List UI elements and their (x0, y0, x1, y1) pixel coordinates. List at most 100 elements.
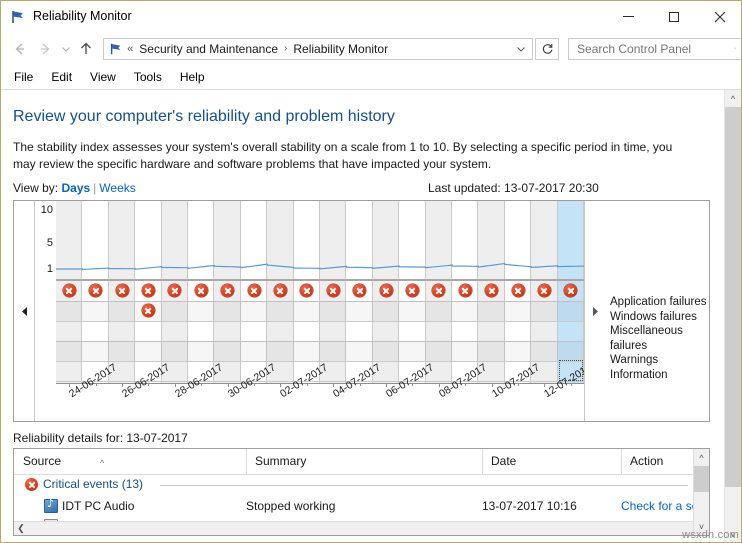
x-axis-tick-mark (122, 383, 123, 387)
cell-action-link[interactable]: Check for a sol (621, 496, 694, 516)
title-bar: Reliability Monitor (1, 1, 742, 32)
flag-icon (109, 42, 123, 56)
scroll-up-icon[interactable]: ^ (694, 449, 709, 466)
audio-device-icon (44, 499, 58, 513)
address-dropdown-button[interactable] (510, 39, 532, 59)
refresh-button[interactable] (535, 38, 559, 60)
x-axis-minor-tick (96, 383, 97, 386)
minimize-icon (623, 16, 634, 17)
table-vertical-scrollbar[interactable]: ^ ˅ (693, 449, 709, 535)
failure-marker-icon[interactable] (485, 284, 498, 297)
legend-item: Miscellaneous failures (610, 324, 709, 353)
x-axis-tick-mark (333, 383, 334, 387)
forward-button[interactable] (32, 36, 57, 62)
breadcrumb-item-reliability-monitor[interactable]: Reliability Monitor (293, 42, 388, 56)
failure-marker-icon[interactable] (459, 284, 472, 297)
x-axis-minor-tick (201, 383, 202, 386)
maximize-button[interactable] (651, 1, 697, 32)
menu-bar: File Edit View Tools Help (1, 65, 742, 90)
failure-marker-icon[interactable] (538, 284, 551, 297)
arrow-up-icon (77, 40, 95, 58)
menu-item-view[interactable]: View (81, 66, 125, 89)
breadcrumb-overflow[interactable]: « (127, 43, 133, 55)
chart-legend: Application failuresWindows failuresMisc… (610, 295, 709, 383)
y-axis-tick-label: 1 (47, 263, 53, 275)
chevron-down-icon (516, 44, 526, 54)
failure-marker-icon[interactable] (274, 284, 287, 297)
up-button[interactable] (74, 36, 99, 62)
maximize-icon (669, 12, 679, 22)
x-axis-minor-tick (465, 383, 466, 386)
failure-marker-icon[interactable] (353, 284, 366, 297)
search-input[interactable] (575, 41, 734, 57)
page-scrollbar-thumb[interactable] (725, 107, 741, 487)
chevron-down-icon (61, 44, 71, 54)
close-button[interactable] (697, 1, 742, 32)
search-icon[interactable] (734, 42, 736, 55)
menu-item-tools[interactable]: Tools (125, 66, 171, 89)
menu-item-help[interactable]: Help (171, 66, 214, 89)
table-group-row[interactable]: Critical events (13) (14, 474, 694, 496)
failure-marker-icon[interactable] (142, 304, 155, 317)
breadcrumb-separator: › (284, 43, 287, 54)
table-horizontal-scrollbar[interactable]: ❮ (14, 521, 694, 535)
failure-marker-icon[interactable] (221, 284, 234, 297)
chart-scroll-right-button[interactable] (584, 201, 605, 421)
scroll-up-icon[interactable]: ^ (725, 90, 741, 107)
x-axis-tick-mark (228, 383, 229, 387)
address-bar[interactable]: « Security and Maintenance › Reliability… (103, 38, 533, 60)
x-axis-tick-mark (175, 383, 176, 387)
x-axis-minor-tick (571, 383, 572, 386)
sort-ascending-icon: ^ (100, 451, 104, 476)
column-header-date[interactable]: Date (482, 449, 621, 474)
failure-marker-icon[interactable] (195, 284, 208, 297)
x-axis-minor-tick (254, 383, 255, 386)
column-header-summary[interactable]: Summary (246, 449, 482, 474)
column-header-action[interactable]: Action (621, 449, 694, 474)
back-button[interactable] (7, 36, 32, 62)
failure-marker-icon[interactable] (248, 284, 261, 297)
view-by-label: View by: (13, 181, 58, 195)
minimize-button[interactable] (605, 1, 651, 32)
menu-item-file[interactable]: File (5, 66, 42, 89)
failure-marker-icon[interactable] (116, 284, 129, 297)
x-axis-minor-tick (148, 383, 149, 386)
y-axis-tick-label: 5 (47, 237, 53, 249)
window-title: Reliability Monitor (33, 1, 132, 32)
cell-date: 13-07-2017 10:16 (482, 496, 618, 516)
recent-locations-button[interactable] (58, 36, 74, 62)
view-by-control: View by: Days|Weeks (13, 181, 136, 195)
page-vertical-scrollbar[interactable]: ^ ˅ (724, 90, 741, 543)
chart-event-row (56, 341, 584, 361)
x-axis-tick-mark (492, 383, 493, 387)
scroll-left-icon[interactable]: ❮ (14, 522, 28, 535)
failure-marker-icon[interactable] (406, 284, 419, 297)
view-by-weeks-link[interactable]: Weeks (99, 181, 135, 195)
page-title: Review your computer's reliability and p… (13, 108, 395, 126)
table-header-row: Source^ Summary Date Action (14, 449, 694, 475)
failure-marker-icon[interactable] (512, 284, 525, 297)
breadcrumb-item-security-and-maintenance[interactable]: Security and Maintenance (139, 42, 278, 56)
failure-marker-icon[interactable] (142, 284, 155, 297)
chart-y-axis: 10 5 1 (35, 201, 56, 421)
navigation-bar: « Security and Maintenance › Reliability… (1, 32, 742, 65)
table-row[interactable]: IDT PC Audio Stopped working 13-07-2017 … (14, 496, 694, 516)
cell-summary: Stopped working (246, 496, 478, 516)
failure-marker-icon[interactable] (327, 284, 340, 297)
page-description: The stability index assesses your system… (13, 139, 693, 173)
failure-marker-icon[interactable] (89, 284, 102, 297)
chart-event-row (56, 301, 584, 321)
column-header-source[interactable]: Source^ (14, 449, 246, 474)
details-table: Source^ Summary Date Action Critical eve… (13, 448, 710, 536)
y-axis-tick-label: 10 (41, 204, 53, 216)
table-scrollbar-thumb[interactable] (694, 466, 709, 492)
legend-item: Windows failures (610, 310, 709, 325)
group-divider (160, 485, 688, 486)
view-by-separator: | (93, 181, 96, 195)
menu-item-edit[interactable]: Edit (42, 66, 81, 89)
failure-marker-icon[interactable] (63, 284, 76, 297)
failure-marker-icon[interactable] (380, 284, 393, 297)
chart-scroll-left-button[interactable] (14, 201, 35, 421)
search-box[interactable] (568, 38, 742, 60)
view-by-days-link[interactable]: Days (61, 181, 90, 195)
